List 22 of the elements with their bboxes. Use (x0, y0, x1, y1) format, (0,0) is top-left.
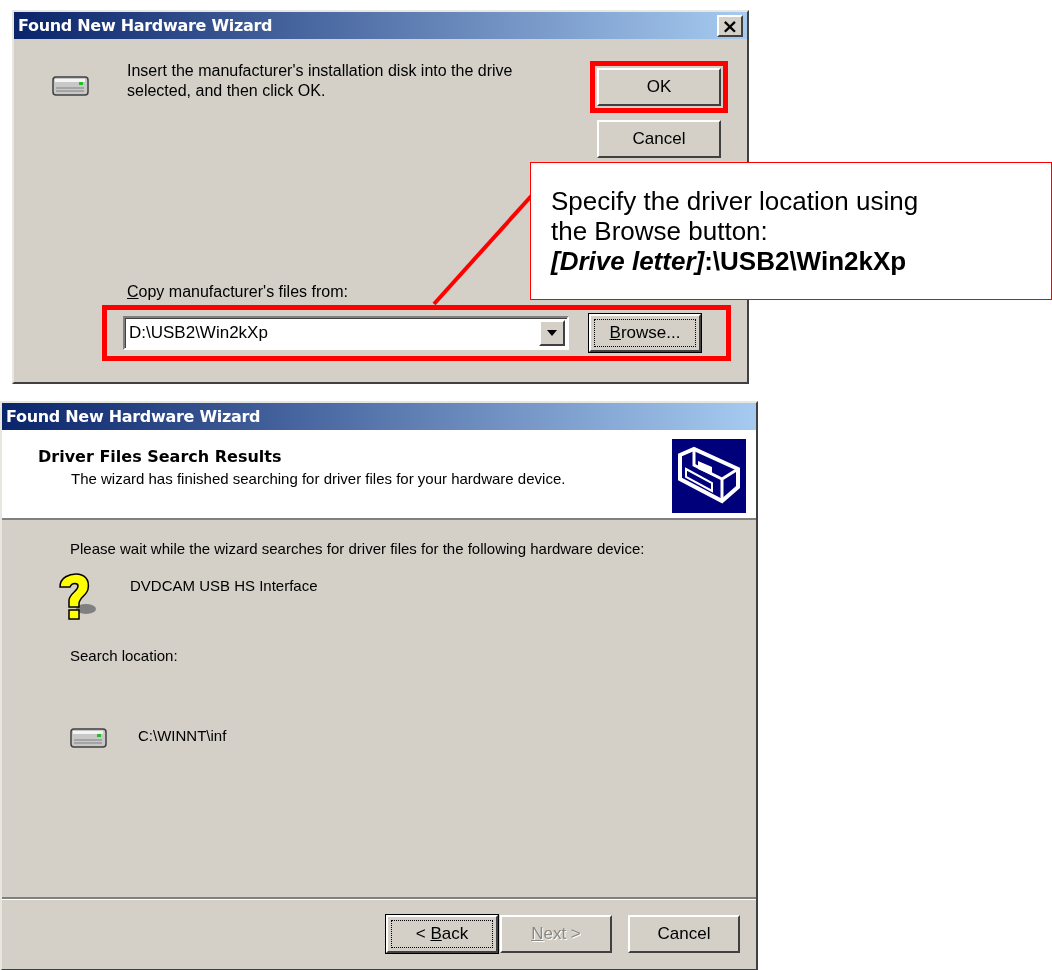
window-title: Found New Hardware Wizard (6, 407, 261, 426)
field-label: Copy manufacturer's files from: (127, 283, 349, 301)
browse-button[interactable]: Browse... (589, 314, 701, 352)
close-button[interactable]: × (717, 14, 743, 37)
callout-path: [Drive letter]:\USB2\Win2kXp (551, 246, 908, 276)
dialog-button[interactable]: OK (597, 68, 721, 106)
window-title: Found New Hardware Wizard (18, 16, 273, 35)
wizard-button[interactable]: < Back (386, 915, 498, 953)
dialog-button[interactable]: Cancel (597, 120, 721, 158)
header-subtitle: The wizard has finished searching for driver files for your hardware device. (71, 470, 566, 487)
instruction-text: Insert the manufacturer's installation disk into the drive selected, and then click OK. (127, 61, 514, 101)
intro-text: Please wait while the wizard searches for driver files for the following hardware device: (70, 540, 646, 557)
location-path: C:\WINNT\inf (138, 727, 227, 744)
header-title: Driver Files Search Results (38, 447, 283, 466)
device-name: DVDCAM USB HS Interface (130, 577, 318, 594)
callout-text: Specify the driver location using the Browse button: (551, 186, 920, 246)
path-dropdown[interactable]: D:\USB2\Win2kXp (123, 316, 569, 350)
wizard-button[interactable]: Cancel (628, 915, 740, 953)
hardware-box-icon (672, 439, 746, 513)
location-label: Search location: (70, 647, 178, 664)
drive-icon (51, 75, 90, 97)
drive-icon (70, 727, 108, 749)
